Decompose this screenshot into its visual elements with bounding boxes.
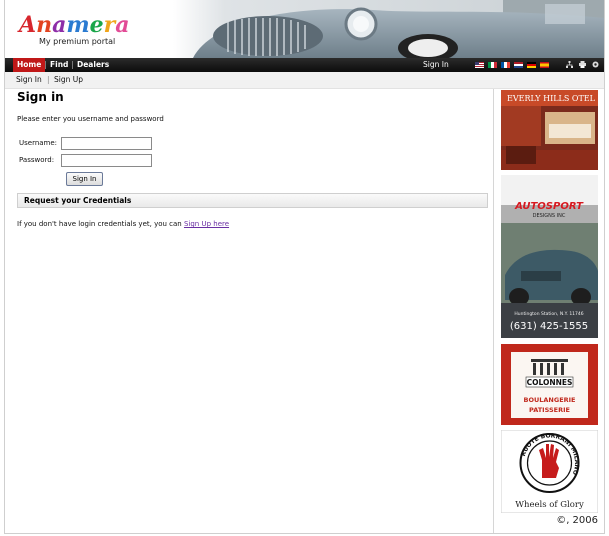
username-label: Username: — [19, 139, 58, 147]
logo[interactable]: Anamera My premium portal — [17, 12, 147, 52]
svg-text:Anamera: Anamera — [17, 12, 129, 38]
page-frame: Anamera My premium portal Home Find Deal… — [4, 0, 605, 534]
ad-colonnes[interactable]: COLONNES BOULANGERIE PATISSERIE — [501, 344, 598, 425]
intro-text: Please enter you username and password — [17, 115, 164, 123]
nav-dealers[interactable]: Dealers — [73, 58, 113, 72]
main-content: Sign in Please enter you username and pa… — [16, 89, 494, 529]
ad-colonnes-title: COLONNES — [527, 378, 573, 387]
flag-de-icon[interactable] — [527, 62, 536, 68]
nav-home[interactable]: Home — [13, 58, 46, 72]
ad-hotel[interactable]: EVERLY HILLS OTEL — [501, 90, 598, 170]
subnav-signin-link[interactable]: Sign In — [16, 75, 42, 84]
logo-wordmark: Anamera — [17, 12, 129, 38]
subnav-separator: | — [47, 75, 50, 84]
sidebar-ads: EVERLY HILLS OTEL AUTOSPORT DESIGNS INC … — [493, 89, 604, 533]
ad-hotel-text: EVERLY HILLS OTEL — [507, 94, 596, 103]
ad-autosport-location: Huntington Station, N.Y. 11746 — [514, 311, 583, 317]
flag-nl-icon[interactable] — [514, 62, 523, 68]
ad-autosport-subtitle: DESIGNS INC — [533, 213, 566, 219]
credentials-text: If you don't have login credentials yet,… — [17, 220, 229, 228]
password-label: Password: — [19, 156, 55, 164]
sitemap-icon[interactable] — [566, 61, 573, 68]
credentials-text-body: If you don't have login credentials yet,… — [17, 220, 184, 228]
credentials-title: Request your Credentials — [24, 196, 132, 205]
main-nav: Home Find Dealers Sign In — [5, 58, 604, 72]
ad-colonnes-line1: BOULANGERIE — [523, 396, 575, 404]
ad-autosport[interactable]: AUTOSPORT DESIGNS INC Huntington Station… — [501, 175, 598, 338]
nav-find[interactable]: Find — [46, 58, 72, 72]
tagline: My premium portal — [39, 37, 116, 46]
ad-autosport-phone: (631) 425-1555 — [510, 321, 588, 332]
signin-button[interactable]: Sign In — [66, 172, 103, 186]
print-icon[interactable] — [579, 61, 586, 68]
signup-here-link[interactable]: Sign Up here — [184, 220, 229, 228]
flag-us-icon[interactable] — [475, 62, 484, 68]
password-field[interactable] — [61, 154, 152, 167]
credentials-section-header: Request your Credentials — [17, 193, 488, 208]
ad-ruote-borrani[interactable]: RUOTE BORRANI MILANO Wheels of Glory — [501, 430, 598, 513]
ad-autosport-title: AUTOSPORT — [514, 201, 584, 212]
username-field[interactable] — [61, 137, 152, 150]
flag-it-icon[interactable] — [488, 62, 497, 68]
subnav-signup-link[interactable]: Sign Up — [54, 75, 83, 84]
sub-nav: Sign In | Sign Up — [5, 72, 604, 89]
header: Anamera My premium portal — [5, 0, 604, 58]
flag-es-icon[interactable] — [540, 62, 549, 68]
nav-signin-link[interactable]: Sign In — [423, 58, 449, 72]
settings-icon[interactable] — [592, 61, 599, 68]
copyright-text: ©, 2006 — [556, 515, 598, 526]
header-car-banner — [173, 0, 604, 58]
ad-colonnes-line2: PATISSERIE — [529, 406, 570, 414]
flag-fr-icon[interactable] — [501, 62, 510, 68]
ad-ruote-caption: Wheels of Glory — [515, 500, 584, 510]
page-title: Sign in — [17, 90, 64, 104]
